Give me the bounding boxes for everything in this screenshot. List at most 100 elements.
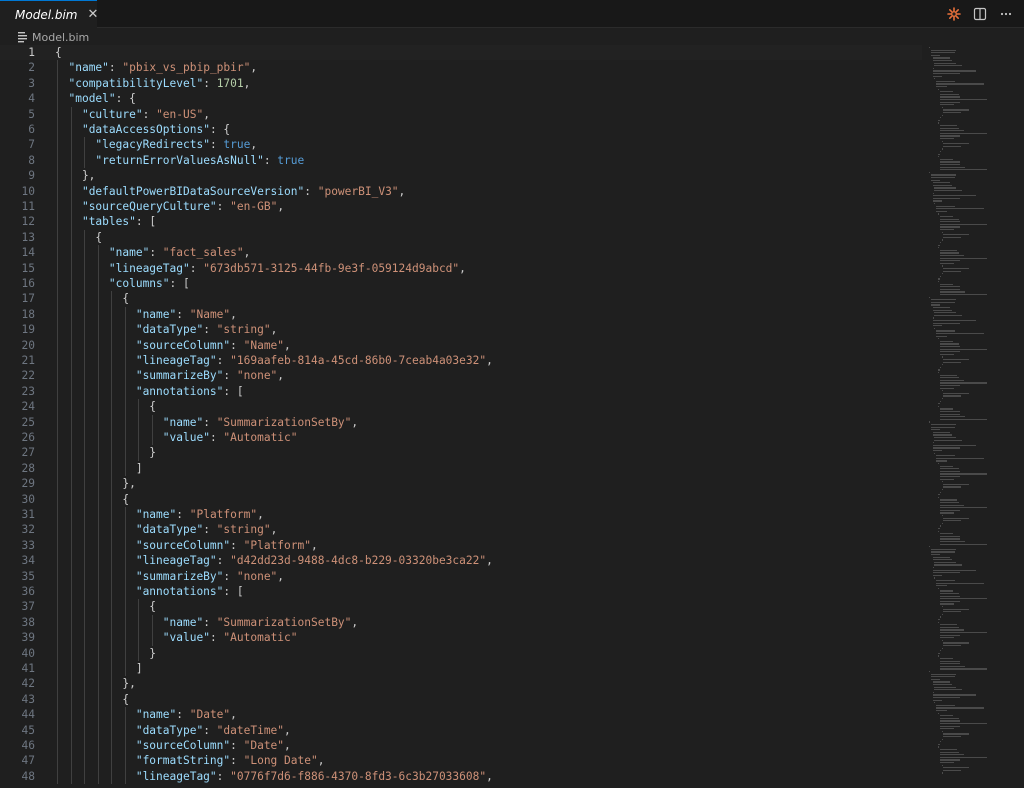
line-number: 43 <box>21 692 35 706</box>
code-line[interactable]: 31 "name": "Platform", <box>0 507 922 522</box>
minimap-line <box>939 382 988 384</box>
code-line[interactable]: 4 "model": { <box>0 91 922 106</box>
indent-guide <box>151 614 153 646</box>
code-line[interactable]: 8 "returnErrorValuesAsNull": true <box>0 153 922 168</box>
line-number: 32 <box>21 523 35 537</box>
code-line[interactable]: 3 "compatibilityLevel": 1701, <box>0 76 922 91</box>
minimap-line <box>939 291 965 293</box>
code-line[interactable]: 19 "dataType": "string", <box>0 322 922 337</box>
code-text: "model": { <box>68 92 136 106</box>
code-text: }, <box>55 677 136 691</box>
minimap-line <box>939 465 954 467</box>
code-line[interactable]: 44 "name": "Date", <box>0 707 922 722</box>
minimap-line <box>939 294 988 296</box>
code-line[interactable]: 12 "tables": [ <box>0 214 922 229</box>
minimap-line <box>939 379 965 381</box>
code-line[interactable]: 5 "culture": "en-US", <box>0 107 922 122</box>
minimap-line <box>932 60 953 62</box>
minimap-line <box>939 257 988 259</box>
code-line[interactable]: 7 "legacyRedirects": true, <box>0 137 922 152</box>
code-text: "lineageTag": "0776f7d6-f886-4370-8fd3-6… <box>135 769 493 783</box>
minimap-line <box>939 346 961 348</box>
code-line[interactable]: 2 "name": "pbix_vs_pbip_pbir", <box>0 60 922 75</box>
code-line[interactable]: 16 "columns": [ <box>0 276 922 291</box>
code-line[interactable]: 41 ] <box>0 661 922 676</box>
code-editor[interactable]: 1{2 "name": "pbix_vs_pbip_pbir", 3 "compa… <box>0 45 922 788</box>
code-line[interactable]: 33 "sourceColumn": "Platform", <box>0 538 922 553</box>
minimap-line <box>939 374 957 376</box>
minimap-line <box>934 702 936 704</box>
minimap-line <box>939 595 961 597</box>
tab-model-bim[interactable]: Model.bim ✕ <box>0 0 98 28</box>
minimap-line <box>934 190 963 192</box>
breadcrumb-file[interactable]: Model.bim <box>32 31 89 44</box>
minimap-line <box>939 416 965 418</box>
minimap-line <box>939 91 954 93</box>
split-editor-icon[interactable] <box>972 6 988 22</box>
line-number: 41 <box>21 662 35 675</box>
minimap-line <box>943 270 962 272</box>
code-line[interactable]: 18 "name": "Name", <box>0 307 922 322</box>
code-line[interactable]: 32 "dataType": "string", <box>0 522 922 537</box>
code-text: { <box>55 692 130 706</box>
code-line[interactable]: 34 "lineageTag": "d42dd23d-9488-4dc8-b22… <box>0 553 922 568</box>
code-line[interactable]: 15 "lineageTag": "673db571-3125-44fb-9e3… <box>0 261 922 276</box>
code-text: "name": "Platform", <box>135 508 264 521</box>
minimap-line <box>932 697 960 699</box>
minimap-line <box>939 541 965 543</box>
code-text: "value": "Automatic" <box>162 431 298 444</box>
code-line[interactable]: 11 "sourceQueryCulture": "en-GB", <box>0 199 922 214</box>
minimap-line <box>939 117 941 119</box>
code-line[interactable]: 28 ] <box>0 461 922 476</box>
minimap-line <box>936 210 947 212</box>
code-line[interactable]: 1{ <box>0 45 922 61</box>
minimap-line <box>938 743 940 745</box>
minimap-line <box>941 114 943 116</box>
copilot-sparkle-icon[interactable] <box>946 6 962 22</box>
code-line[interactable]: 20 "sourceColumn": "Name", <box>0 338 922 353</box>
line-number: 16 <box>21 277 35 290</box>
more-actions-icon[interactable] <box>998 6 1014 22</box>
code-line[interactable]: 22 "summarizeBy": "none", <box>0 368 922 383</box>
close-icon[interactable]: ✕ <box>87 8 98 21</box>
minimap-line <box>932 681 950 683</box>
minimap-line <box>938 746 939 748</box>
minimap-line <box>943 395 962 397</box>
code-line[interactable]: 46 "sourceColumn": "Date", <box>0 738 922 753</box>
minimap-line <box>941 639 943 641</box>
minimap-line <box>938 213 939 215</box>
code-line[interactable]: 6 "dataAccessOptions": { <box>0 122 922 137</box>
minimap-line <box>943 611 962 613</box>
code-line[interactable]: 10 "defaultPowerBIDataSourceVersion": "p… <box>0 184 922 199</box>
minimap-line <box>930 299 956 301</box>
code-text: "compatibilityLevel": 1701, <box>68 76 251 90</box>
code-line[interactable]: 35 "summarizeBy": "none", <box>0 569 922 584</box>
code-line[interactable]: 42 }, <box>0 676 922 691</box>
minimap-line <box>941 738 943 740</box>
line-number: 24 <box>21 400 35 414</box>
code-line[interactable]: 30 { <box>0 492 922 507</box>
code-line[interactable]: 21 "lineageTag": "169aafeb-814a-45cd-86b… <box>0 353 922 368</box>
code-line[interactable]: 47 "formatString": "Long Date", <box>0 753 922 768</box>
code-line[interactable]: 17 { <box>0 291 922 306</box>
minimap[interactable] <box>926 45 1024 788</box>
minimap-line <box>936 83 984 85</box>
code-line[interactable]: 9 }, <box>0 168 922 183</box>
code-line[interactable]: 43 { <box>0 692 922 707</box>
minimap-line <box>941 265 943 267</box>
minimap-line <box>938 463 939 465</box>
minimap-line <box>939 629 965 631</box>
code-line[interactable]: 36 "annotations": [ <box>0 584 922 599</box>
minimap-line <box>929 421 930 423</box>
minimap-line <box>930 54 940 56</box>
minimap-line <box>934 686 956 688</box>
code-line[interactable]: 14 "name": "fact_sales", <box>0 245 922 260</box>
code-line[interactable]: 45 "dataType": "dateTime", <box>0 723 922 738</box>
minimap-line <box>938 244 940 246</box>
code-line[interactable]: 29 }, <box>0 476 922 491</box>
code-line[interactable]: 13 { <box>0 230 922 245</box>
minimap-line <box>932 307 950 309</box>
minimap-line <box>929 296 930 298</box>
code-line[interactable]: 23 "annotations": [ <box>0 384 922 399</box>
code-line[interactable]: 48 "lineageTag": "0776f7d6-f886-4370-8fd… <box>0 769 922 784</box>
